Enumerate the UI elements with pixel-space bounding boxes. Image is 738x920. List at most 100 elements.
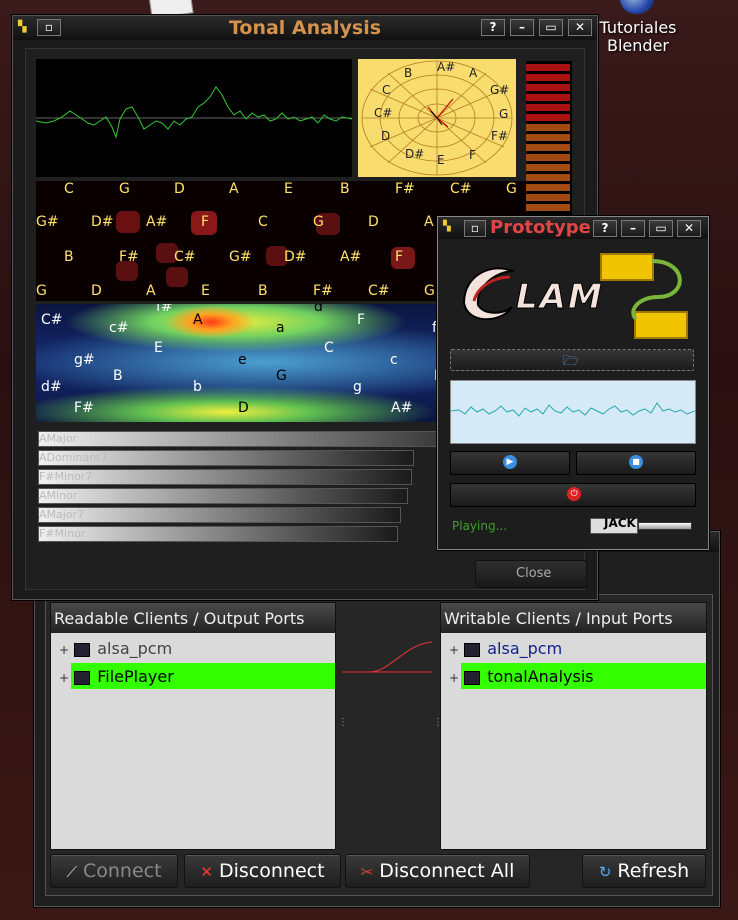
heatmap-label: d (314, 304, 323, 315)
tonnetz-note: D (91, 283, 102, 299)
readable-item-fileplayer[interactable]: + FilePlayer (51, 663, 335, 689)
port-icon (74, 642, 91, 657)
shade-button[interactable]: ▫ (464, 220, 486, 237)
heatmap-label: B (113, 368, 123, 384)
minimize-button[interactable]: – (510, 19, 534, 36)
heatmap-label: C# (41, 312, 63, 328)
heatmap-label: A (193, 312, 203, 328)
tonnetz-note: F# (119, 249, 139, 265)
expand-icon[interactable]: + (449, 643, 459, 657)
disconnect-button[interactable]: ✕ Disconnect (184, 854, 341, 888)
tonnetz-note: E (284, 181, 293, 197)
wheel-note: G (499, 107, 509, 121)
meter-segment (526, 144, 570, 151)
help-button[interactable]: ? (481, 19, 505, 36)
expand-icon[interactable]: + (59, 643, 69, 657)
refresh-label: Refresh (617, 860, 690, 882)
writable-item-label: alsa_pcm (487, 639, 563, 658)
heatmap-label: G (276, 368, 287, 384)
expand-icon[interactable]: + (449, 671, 459, 685)
close-window-button[interactable]: ✕ (677, 220, 701, 237)
desktop-icon-blender[interactable]: Tutoriales Blender (592, 0, 684, 58)
tonnetz-note: G (36, 283, 47, 299)
chord-label: AMajor7 (39, 508, 85, 521)
connection-line (342, 641, 433, 673)
expand-icon[interactable]: + (59, 671, 69, 685)
activity-dot (166, 267, 188, 287)
meter-segment (526, 184, 570, 191)
close-button-label: Close (516, 566, 552, 581)
tonnetz-note: D# (91, 214, 114, 230)
quit-button[interactable]: ⏻ (450, 483, 696, 507)
maximize-button[interactable]: ▭ (539, 19, 563, 36)
wheel-note: C# (374, 106, 393, 120)
heatmap-label: a (276, 320, 285, 336)
chord-bar: F#Minor7 (38, 469, 412, 485)
port-icon (464, 670, 481, 685)
chord-bar: ADominant7 (38, 450, 414, 466)
wheel-note: D# (405, 147, 425, 161)
writable-item-alsa-pcm[interactable]: + alsa_pcm (441, 635, 706, 661)
heatmap-label: f# (156, 304, 173, 315)
heatmap-label: b (193, 379, 202, 395)
logo-text: LAM (516, 277, 604, 318)
tonnetz-note: A# (146, 214, 168, 230)
maximize-button[interactable]: ▭ (649, 220, 673, 237)
wheel-note: D (381, 129, 391, 143)
heatmap-label: g (353, 379, 362, 395)
readable-clients-list[interactable]: Readable Clients / Output Ports + alsa_p… (50, 602, 336, 850)
tonnetz-note: F (201, 214, 210, 230)
tonnetz-note: B (64, 249, 74, 265)
stop-button[interactable]: ■ (576, 451, 696, 475)
writable-clients-list[interactable]: Writable Clients / Input Ports + alsa_pc… (440, 602, 707, 850)
meter-segment (526, 114, 570, 121)
minimize-button[interactable]: – (621, 220, 645, 237)
close-button[interactable]: Close (475, 560, 587, 588)
desktop-icon-label-2: Blender (607, 36, 669, 55)
jack-label: JACK (604, 516, 636, 530)
chord-label: ADominant7 (39, 451, 108, 464)
heatmap-label: c# (109, 320, 129, 336)
heatmap-label: F (357, 312, 366, 328)
open-file-button[interactable]: 🗁 (450, 349, 694, 371)
chord-label: F#Minor (39, 527, 86, 540)
disconnect-icon: ✕ (200, 863, 213, 881)
meter-segment (526, 84, 570, 91)
tonnetz-note: G# (229, 249, 252, 265)
open-folder-icon: 🗁 (563, 354, 580, 369)
meter-segment (526, 194, 570, 201)
prototype-titlebar[interactable]: ▚ ▫ Prototype ? – ▭ ✕ (438, 217, 708, 239)
tonnetz-note: C# (368, 283, 390, 299)
refresh-button[interactable]: ↻ Refresh (582, 854, 706, 888)
plug-icon: ⟋ (66, 863, 77, 881)
tonnetz-note: A (229, 181, 239, 197)
meter-segment (526, 204, 570, 211)
disconnect-all-button[interactable]: ✂ Disconnect All (345, 854, 530, 888)
writable-item-tonalanalysis[interactable]: + tonalAnalysis (441, 663, 706, 689)
connect-button[interactable]: ⟋ Connect (50, 854, 178, 888)
port-icon (464, 642, 481, 657)
chord-bar: AMinor (38, 488, 408, 504)
left-splitter-handle[interactable]: ⋮ (338, 717, 348, 728)
refresh-icon: ↻ (598, 863, 612, 881)
connect-label: Connect (82, 860, 162, 882)
desktop-icon-label-1: Tutoriales (599, 18, 677, 37)
wheel-note: A# (437, 60, 456, 74)
heatmap-label: d# (41, 379, 62, 395)
readable-clients-header[interactable]: Readable Clients / Output Ports (51, 603, 335, 633)
wheel-note: F (469, 148, 476, 162)
window-menu-icon[interactable]: ▚ (443, 221, 451, 232)
status-text: Playing... (452, 519, 508, 533)
writable-clients-header[interactable]: Writable Clients / Input Ports (441, 603, 706, 633)
play-button[interactable]: ▶ (450, 451, 570, 475)
tonnetz-note: C (258, 214, 268, 230)
close-window-button[interactable]: ✕ (568, 19, 592, 36)
help-button[interactable]: ? (593, 220, 617, 237)
tonnetz-note: B (258, 283, 268, 299)
tonnetz-note: A# (340, 249, 362, 265)
readable-item-alsa-pcm[interactable]: + alsa_pcm (51, 635, 335, 661)
meter-segment (526, 94, 570, 101)
cable-icon (598, 249, 694, 341)
tonal-titlebar[interactable]: ▚ ▫ Tonal Analysis ? – ▭ ✕ (13, 16, 597, 40)
heatmap-label: e (238, 352, 247, 368)
